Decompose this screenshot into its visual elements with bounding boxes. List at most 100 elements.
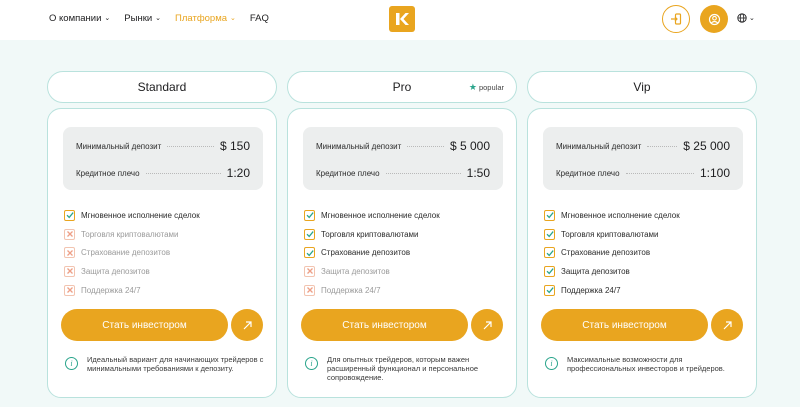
become-investor-button[interactable]: Стать инвестором [61, 309, 228, 341]
nav-item-faq[interactable]: FAQ [250, 13, 269, 24]
main-nav: О компании ⌄ Рынки ⌄ Платформа ⌄ FAQ [49, 13, 269, 24]
cross-icon [64, 265, 75, 277]
logo[interactable] [389, 6, 415, 32]
dotted-leader [385, 172, 461, 174]
nav-item-platform[interactable]: Платформа ⌄ [175, 13, 236, 24]
feature-label: Торговля криптовалютами [561, 229, 659, 239]
check-icon [544, 228, 555, 240]
check-icon [544, 284, 555, 296]
nav-item-label: Рынки [124, 13, 153, 24]
plan-card-pro: Минимальный депозит $ 5 000 Кредитное пл… [287, 108, 517, 398]
param-row-leverage: Кредитное плечо 1:20 [76, 166, 250, 180]
cross-icon [64, 247, 75, 259]
feature-label: Поддержка 24/7 [561, 285, 621, 295]
param-label: Кредитное плечо [76, 168, 140, 178]
chevron-down-icon: ⌄ [749, 14, 755, 22]
feature-item: Поддержка 24/7 [544, 281, 744, 300]
header: О компании ⌄ Рынки ⌄ Платформа ⌄ FAQ ⌄ [0, 0, 800, 40]
dotted-leader [145, 172, 221, 174]
feature-label: Торговля криптовалютами [81, 229, 179, 239]
param-row-deposit: Минимальный депозит $ 150 [76, 139, 250, 153]
arrow-button[interactable] [471, 309, 503, 341]
feature-label: Защита депозитов [561, 266, 630, 276]
dotted-leader [625, 172, 694, 174]
feature-label: Страхование депозитов [81, 248, 171, 258]
check-icon [544, 209, 555, 221]
plan-params: Минимальный депозит $ 150 Кредитное плеч… [63, 127, 263, 190]
plan-name: Pro [392, 80, 412, 94]
info-icon: i [545, 357, 558, 370]
account-button[interactable] [700, 5, 728, 33]
check-icon [544, 265, 555, 277]
param-row-deposit: Минимальный депозит $ 25 000 [556, 139, 730, 153]
plan-tab-pro[interactable]: Pro ★ popular [287, 71, 517, 103]
param-row-leverage: Кредитное плечо 1:50 [316, 166, 490, 180]
feature-item: Защита депозитов [64, 262, 264, 281]
plan-note-text: Идеальный вариант для начинающих трейдер… [87, 355, 264, 373]
feature-list: Мгновенное исполнение сделок Торговля кри… [544, 206, 744, 299]
become-investor-button[interactable]: Стать инвестором [301, 309, 468, 341]
param-value: $ 25 000 [683, 139, 730, 153]
arrow-up-right-icon [483, 320, 492, 329]
feature-item: Защита депозитов [304, 262, 504, 281]
nav-item-company[interactable]: О компании ⌄ [49, 13, 110, 24]
feature-item: Мгновенное исполнение сделок [64, 206, 264, 225]
feature-label: Мгновенное исполнение сделок [321, 210, 440, 220]
account-icon [708, 13, 720, 25]
feature-item: Торговля криптовалютами [544, 225, 744, 244]
param-value: $ 5 000 [449, 139, 490, 153]
plan-card-standard: Минимальный депозит $ 150 Кредитное плеч… [47, 108, 277, 398]
info-icon: i [65, 357, 78, 370]
plan-tab-standard[interactable]: Standard [47, 71, 277, 103]
param-value: 1:50 [466, 166, 490, 180]
nav-item-label: Платформа [175, 13, 228, 24]
plan-note-text: Максимальные возможности для профессиона… [567, 355, 725, 373]
feature-label: Страхование депозитов [321, 248, 411, 258]
nav-item-label: FAQ [249, 13, 269, 24]
feature-label: Торговля криптовалютами [321, 229, 419, 239]
logo-k-icon [396, 13, 409, 25]
feature-item: Страхование депозитов [64, 243, 264, 262]
plan-note-text: Для опытных трейдеров, которым важен рас… [327, 355, 479, 382]
login-button[interactable] [662, 5, 690, 33]
star-icon: ★ [468, 82, 477, 92]
plan-params: Минимальный депозит $ 25 000 Кредитное п… [543, 127, 743, 190]
check-icon [64, 209, 75, 221]
chevron-down-icon: ⌄ [230, 15, 236, 22]
nav-item-label: О компании [49, 13, 102, 24]
plan-tab-vip[interactable]: Vip [527, 71, 757, 103]
param-value: $ 150 [219, 139, 250, 153]
param-label: Минимальный депозит [316, 141, 402, 151]
feature-item: Торговля криптовалютами [64, 225, 264, 244]
param-row-deposit: Минимальный депозит $ 5 000 [316, 139, 490, 153]
feature-item: Поддержка 24/7 [64, 281, 264, 300]
check-icon [304, 228, 315, 240]
cross-icon [64, 228, 75, 240]
arrow-button[interactable] [711, 309, 743, 341]
feature-item: Страхование депозитов [304, 243, 504, 262]
popular-badge: ★ popular [469, 82, 504, 93]
login-icon [671, 13, 682, 25]
cross-icon [304, 265, 315, 277]
dotted-leader [407, 145, 444, 147]
feature-label: Защита депозитов [81, 266, 150, 276]
param-label: Кредитное плечо [316, 168, 380, 178]
plan-note: i Максимальные возможности для профессио… [545, 355, 745, 373]
feature-item: Мгновенное исполнение сделок [544, 206, 744, 225]
nav-item-markets[interactable]: Рынки ⌄ [124, 13, 161, 24]
plan-card-vip: Минимальный депозит $ 25 000 Кредитное п… [527, 108, 757, 398]
feature-item: Торговля криптовалютами [304, 225, 504, 244]
param-value: 1:20 [226, 166, 250, 180]
param-label: Кредитное плечо [556, 168, 620, 178]
plan-name: Standard [137, 80, 187, 94]
dotted-leader [647, 145, 678, 147]
feature-label: Страхование депозитов [561, 248, 651, 258]
feature-item: Страхование депозитов [544, 243, 744, 262]
check-icon [304, 209, 315, 221]
plan-params: Минимальный депозит $ 5 000 Кредитное пл… [303, 127, 503, 190]
feature-label: Поддержка 24/7 [321, 285, 381, 295]
language-selector[interactable]: ⌄ [737, 13, 755, 23]
arrow-up-right-icon [723, 320, 732, 329]
arrow-button[interactable] [231, 309, 263, 341]
become-investor-button[interactable]: Стать инвестором [541, 309, 708, 341]
